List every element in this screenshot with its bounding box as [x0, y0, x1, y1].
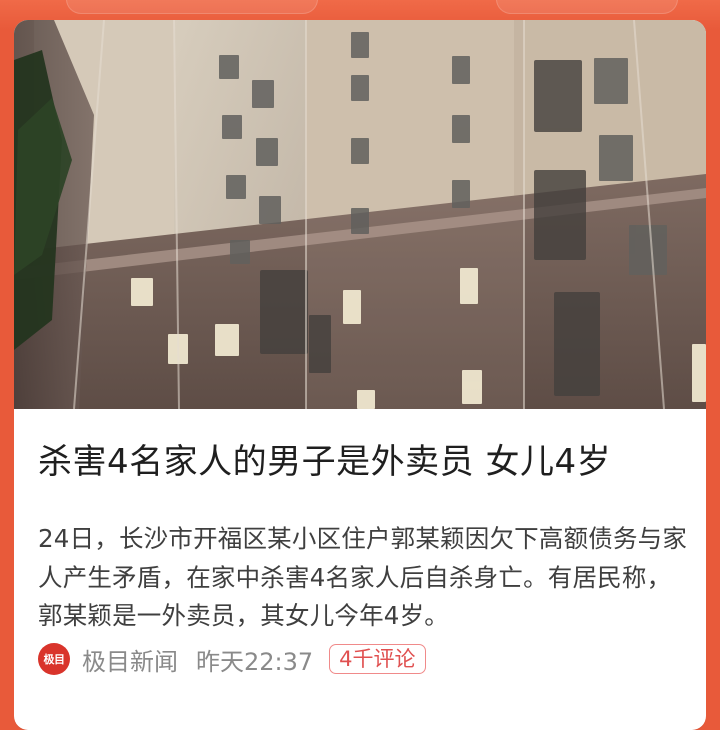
source-name[interactable]: 极目新闻 [82, 642, 178, 677]
article-meta: 极目 极目新闻 昨天22:37 4千评论 [38, 638, 426, 680]
comments-badge[interactable]: 4千评论 [329, 644, 426, 674]
article-summary: 24日，长沙市开福区某小区住户郭某颖因欠下高额债务与家人产生矛盾，在家中杀害4名… [38, 524, 688, 630]
article-photo[interactable] [14, 20, 706, 409]
timestamp: 昨天22:37 [196, 647, 314, 676]
top-pill-right[interactable] [496, 0, 678, 14]
top-pill-left[interactable] [66, 0, 318, 14]
source-logo-icon: 极目 [38, 643, 70, 675]
news-card[interactable]: 杀害4名家人的男子是外卖员 女儿4岁 24日，长沙市开福区某小区住户郭某颖因欠下… [14, 20, 706, 730]
source-logo-text: 极目 [43, 653, 66, 666]
apartment-building-photo [14, 20, 706, 409]
article-headline[interactable]: 杀害4名家人的男子是外卖员 女儿4岁 [38, 440, 688, 484]
